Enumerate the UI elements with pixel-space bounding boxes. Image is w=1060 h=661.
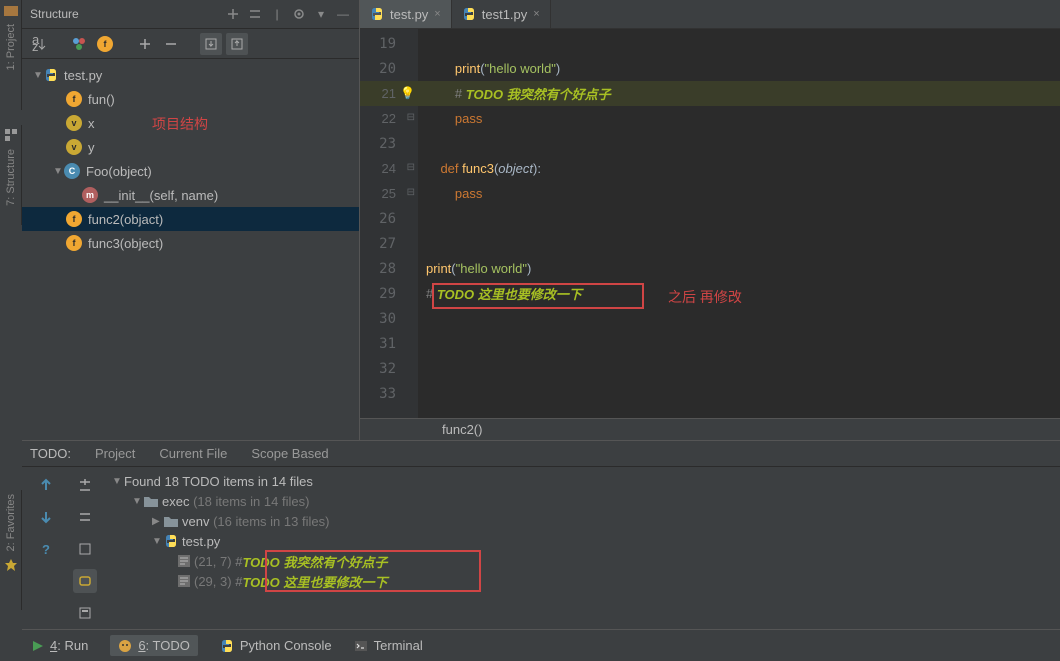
tree-item-fun[interactable]: ffun()	[22, 87, 359, 111]
collapse-icon[interactable]	[225, 6, 241, 22]
todo-item[interactable]: (29, 3) # TODO 这里也要修改一下	[108, 571, 1060, 591]
svg-text:z: z	[32, 39, 39, 52]
expand-all-button[interactable]	[134, 33, 156, 55]
tree-item-foo[interactable]: ▼CFoo(object)	[22, 159, 359, 183]
divider: |	[269, 6, 285, 22]
line-number: 32	[360, 356, 418, 381]
todo-file-test[interactable]: ▼test.py	[108, 531, 1060, 551]
sb-run[interactable]: 4: Run	[32, 638, 88, 653]
line-number: 20	[360, 56, 418, 81]
show-fields-button[interactable]: f	[94, 33, 116, 55]
todo-tab-scope[interactable]: Scope Based	[239, 443, 340, 464]
bulb-icon: 💡	[400, 86, 415, 100]
todo-summary[interactable]: ▼Found 18 TODO items in 14 files	[108, 471, 1060, 491]
gear-icon[interactable]	[291, 6, 307, 22]
tab-favorites[interactable]: 2: Favorites	[5, 490, 17, 555]
todo-label: TODO:	[30, 443, 83, 464]
line-number: 28	[360, 256, 418, 281]
tree-item-func3[interactable]: ffunc3(object)	[22, 231, 359, 255]
breadcrumb[interactable]: func2()	[360, 418, 1060, 440]
autoscroll-from-button[interactable]	[226, 33, 248, 55]
panel-title: Structure	[30, 7, 225, 21]
svg-text:?: ?	[42, 542, 50, 557]
line-number: 30	[360, 306, 418, 331]
arrow-down-icon[interactable]	[34, 505, 58, 529]
fold-icon: ⊟	[407, 162, 415, 173]
arrow-up-icon[interactable]	[34, 473, 58, 497]
editor-tab-test1[interactable]: test1.py×	[452, 0, 551, 28]
expand-icon[interactable]	[247, 6, 263, 22]
sort-alpha-button[interactable]: az	[28, 33, 50, 55]
autoscroll-to-button[interactable]	[200, 33, 222, 55]
sb-console[interactable]: Python Console	[220, 638, 332, 653]
editor-tab-test[interactable]: test.py×	[360, 0, 452, 28]
highlight-box	[265, 550, 481, 592]
collapse-all-button[interactable]	[160, 33, 182, 55]
sb-terminal[interactable]: Terminal	[354, 638, 423, 653]
fold-icon: ⊟	[407, 187, 415, 198]
annotation-text: 之后 再修改	[668, 287, 742, 307]
line-number: 19	[360, 31, 418, 56]
line-number: 33	[360, 381, 418, 406]
filter-icon[interactable]	[68, 33, 90, 55]
help-icon[interactable]: ?	[34, 537, 58, 561]
todo-panel: TODO: Project Current File Scope Based ?	[22, 440, 1060, 631]
preview-icon[interactable]	[73, 601, 97, 625]
line-number: 29	[360, 281, 418, 306]
todo-tab-project[interactable]: Project	[83, 443, 147, 464]
todo-item[interactable]: (21, 7) # TODO 我突然有个好点子	[108, 551, 1060, 571]
minimize-icon[interactable]: —	[335, 6, 351, 22]
editor: test.py× test1.py× 19 20 21💡 22⊟ 23 24⊟ …	[360, 0, 1060, 440]
line-number: 25⊟	[360, 181, 418, 206]
tree-item-func2[interactable]: ffunc2(objact)	[22, 207, 359, 231]
tab-project[interactable]: 1: Project	[5, 20, 17, 74]
collapse-all-icon[interactable]	[73, 505, 97, 529]
structure-panel: Structure | ▾ — az f	[22, 0, 360, 440]
tree-item-y[interactable]: vy	[22, 135, 359, 159]
todo-tab-current[interactable]: Current File	[147, 443, 239, 464]
tree-root[interactable]: ▼ test.py	[22, 63, 359, 87]
line-number: 26	[360, 206, 418, 231]
fold-icon: ⊟	[407, 112, 415, 123]
star-icon	[4, 558, 18, 572]
line-number: 23	[360, 131, 418, 156]
highlight-box	[432, 283, 644, 309]
project-icon	[4, 3, 18, 17]
gutter: 19 20 21💡 22⊟ 23 24⊟ 25⊟ 26 27 28 29 30 …	[360, 29, 418, 418]
autoscroll-icon[interactable]	[73, 537, 97, 561]
close-icon[interactable]: ×	[434, 8, 440, 20]
todo-toolbar: ?	[22, 467, 108, 631]
expand-all-icon[interactable]	[73, 473, 97, 497]
todo-folder-exec[interactable]: ▼exec (18 items in 14 files)	[108, 491, 1060, 511]
tab-structure[interactable]: 7: Structure	[5, 145, 17, 210]
line-number: 24⊟	[360, 156, 418, 181]
structure-icon	[4, 128, 18, 142]
tree-item-init[interactable]: m__init__(self, name)	[22, 183, 359, 207]
chevron-down-icon[interactable]: ▾	[313, 6, 329, 22]
group-icon[interactable]	[73, 569, 97, 593]
close-icon[interactable]: ×	[533, 8, 539, 20]
statusbar: 4: Run 6: TODO Python Console Terminal	[22, 629, 1060, 661]
line-number: 21💡	[360, 81, 418, 106]
line-number: 27	[360, 231, 418, 256]
line-number: 31	[360, 331, 418, 356]
editor-body[interactable]: 19 20 21💡 22⊟ 23 24⊟ 25⊟ 26 27 28 29 30 …	[360, 29, 1060, 418]
annotation-text: 项目结构	[152, 114, 208, 134]
line-number: 22⊟	[360, 106, 418, 131]
structure-tree: ▼ test.py ffun() vx vy ▼CFoo(object) m__…	[22, 59, 359, 440]
todo-folder-venv[interactable]: ▶venv (16 items in 13 files)	[108, 511, 1060, 531]
sb-todo[interactable]: 6: TODO	[110, 635, 198, 656]
